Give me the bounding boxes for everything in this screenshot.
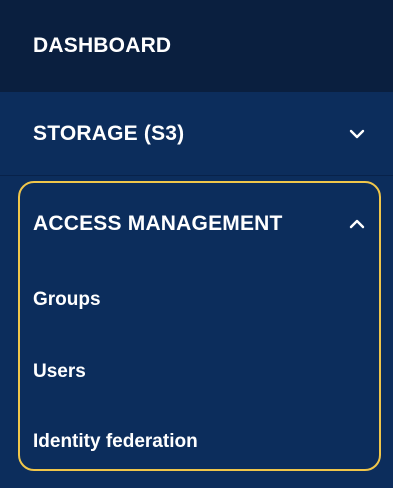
nav-subitem-users[interactable]: Users — [0, 348, 393, 396]
nav-item-access-management[interactable]: ACCESS MANAGEMENT — [0, 196, 393, 252]
chevron-up-icon — [347, 214, 367, 234]
chevron-down-icon — [347, 124, 367, 144]
nav-item-storage[interactable]: STORAGE (S3) — [0, 92, 393, 176]
side-navigation: DASHBOARD STORAGE (S3) ACCESS MANAGEMENT… — [0, 0, 393, 488]
nav-item-label: DASHBOARD — [33, 34, 172, 57]
nav-subitem-label: Users — [33, 361, 86, 382]
nav-subitem-label: Groups — [33, 289, 101, 310]
nav-item-dashboard[interactable]: DASHBOARD — [0, 0, 393, 92]
nav-item-label: ACCESS MANAGEMENT — [33, 212, 283, 235]
nav-item-label: STORAGE (S3) — [33, 121, 185, 145]
nav-subitem-label: Identity federation — [33, 431, 198, 452]
nav-subitem-identity-federation[interactable]: Identity federation — [0, 418, 393, 466]
nav-subitem-groups[interactable]: Groups — [0, 276, 393, 324]
